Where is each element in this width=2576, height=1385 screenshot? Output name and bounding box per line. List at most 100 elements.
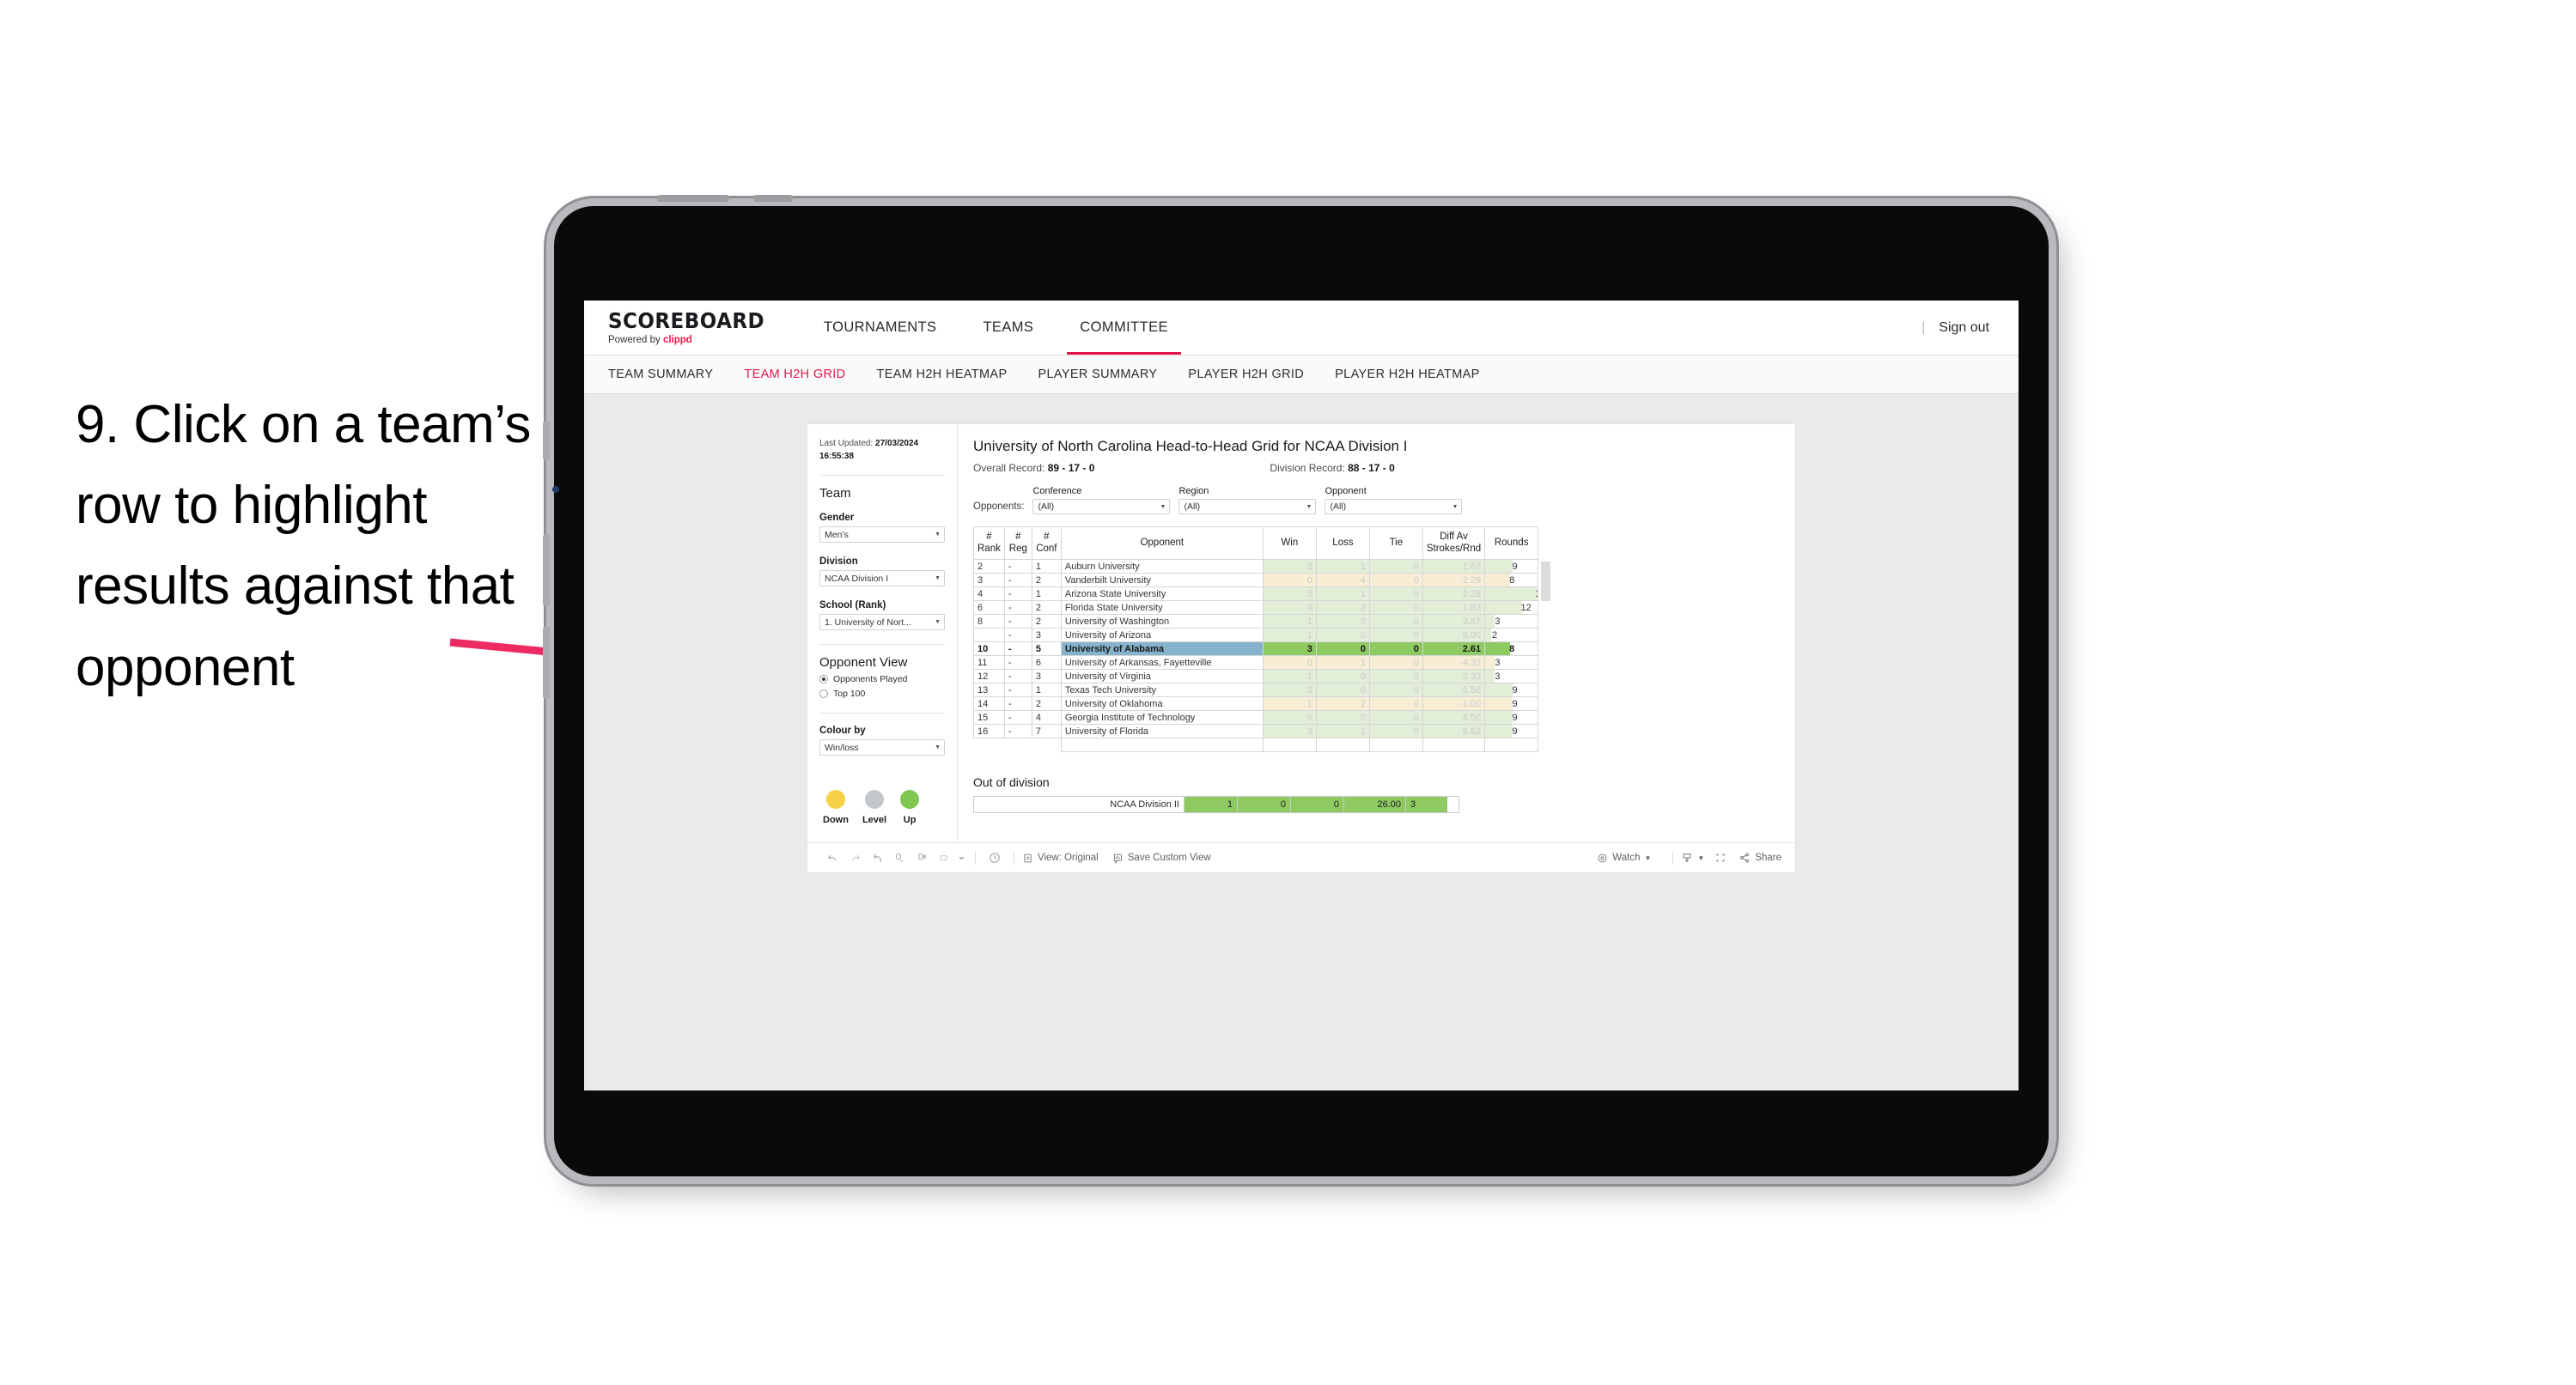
table-row[interactable]: 6-2 Florida State University 4 2 0 1.83 12 bbox=[973, 600, 1539, 615]
cell-rank: 2 bbox=[973, 559, 1005, 574]
cell-conf: 6 bbox=[1031, 655, 1062, 670]
cell-conf: 1 bbox=[1031, 586, 1062, 601]
cell-loss: 1 bbox=[1315, 586, 1370, 601]
gender-dropdown[interactable]: Men’s ▼ bbox=[819, 526, 945, 543]
top-nav-tournaments[interactable]: TOURNAMENTS bbox=[801, 301, 960, 355]
cell-loss: 0 bbox=[1315, 669, 1370, 683]
cell-rank: 12 bbox=[973, 669, 1005, 683]
rounds-bar bbox=[1485, 629, 1492, 641]
fullscreen-icon[interactable] bbox=[1709, 847, 1732, 869]
table-row[interactable]: 12-3 University of Virginia 1 0 0 2.33 3 bbox=[973, 669, 1539, 683]
radio-top-100-label: Top 100 bbox=[833, 689, 866, 699]
pause-icon[interactable] bbox=[910, 847, 933, 869]
h2h-table-container: # Rank # Reg # Conf Opponent Win Loss Tie D… bbox=[973, 526, 1551, 752]
spacer-cell bbox=[1484, 738, 1539, 752]
sign-out-link[interactable]: Sign out bbox=[1939, 320, 1989, 336]
col-rounds: Rounds bbox=[1484, 526, 1539, 560]
cell-rounds: 3 bbox=[1484, 669, 1539, 683]
radio-top-100[interactable]: Top 100 bbox=[819, 689, 945, 699]
division-dropdown[interactable]: NCAA Division I ▼ bbox=[819, 570, 945, 586]
rounds-value: 9 bbox=[1512, 726, 1518, 737]
chevron-down-icon: ▼ bbox=[1697, 853, 1705, 862]
redo-icon[interactable] bbox=[843, 847, 866, 869]
school-value: 1. University of Nort... bbox=[825, 617, 911, 628]
col-conf: # Conf bbox=[1031, 526, 1062, 560]
device-layout-icon[interactable] bbox=[933, 847, 955, 869]
chevron-down-icon[interactable] bbox=[955, 847, 967, 869]
save-custom-view-button[interactable]: Save Custom View bbox=[1112, 853, 1211, 864]
conference-filter: Conference (All) ▼ bbox=[1032, 486, 1171, 514]
radio-opponents-played[interactable]: Opponents Played bbox=[819, 674, 945, 684]
cell-diff: 5.56 bbox=[1422, 683, 1486, 697]
table-row[interactable]: 16-7 University of Florida 3 1 0 6.62 9 bbox=[973, 724, 1539, 738]
undo-icon[interactable] bbox=[821, 847, 843, 869]
top-nav-teams[interactable]: TEAMS bbox=[959, 301, 1057, 355]
table-row[interactable]: 2-1 Auburn University 2 1 0 1.67 9 bbox=[973, 559, 1539, 574]
table-scrollbar-thumb[interactable] bbox=[1541, 562, 1551, 601]
rounds-bar bbox=[1485, 697, 1513, 710]
col-rank: # Rank bbox=[973, 526, 1005, 560]
cell-tie: 0 bbox=[1368, 573, 1423, 587]
revert-icon[interactable] bbox=[866, 847, 888, 869]
school-dropdown[interactable]: 1. University of Nort... ▼ bbox=[819, 614, 945, 630]
rounds-value: 3 bbox=[1495, 657, 1501, 668]
cell-tie: 0 bbox=[1368, 655, 1423, 670]
table-row[interactable]: 11-6 University of Arkansas, Fayetteville… bbox=[973, 655, 1539, 670]
table-row[interactable]: -3 University of Arizona 1 0 0 9.00 2 bbox=[973, 628, 1539, 642]
spacer-cell bbox=[974, 738, 1005, 752]
table-row[interactable]: 8-2 University of Washington 1 0 0 3.67 3 bbox=[973, 614, 1539, 629]
cell-conf: 2 bbox=[1031, 696, 1062, 711]
tab-team-summary[interactable]: TEAM SUMMARY bbox=[608, 368, 713, 381]
save-custom-view-label: Save Custom View bbox=[1127, 853, 1211, 863]
table-row[interactable]: 15-4 Georgia Institute of Technology 5 0 0 4.… bbox=[973, 710, 1539, 725]
region-dropdown[interactable]: (All) ▼ bbox=[1178, 499, 1317, 514]
records-row: Overall Record: 89 - 17 - 0 Division Rec… bbox=[973, 462, 1780, 474]
tab-player-summary[interactable]: PLAYER SUMMARY bbox=[1038, 368, 1157, 381]
table-row[interactable]: 3-2 Vanderbilt University 0 4 0 -2.29 8 bbox=[973, 573, 1539, 587]
cell-tie: 0 bbox=[1368, 696, 1423, 711]
rounds-value: 9 bbox=[1512, 561, 1518, 572]
sub-navigation-bar: TEAM SUMMARY TEAM H2H GRID TEAM H2H HEAT… bbox=[584, 355, 2019, 394]
watch-button[interactable]: Watch ▼ bbox=[1597, 853, 1651, 864]
opponent-dropdown[interactable]: (All) ▼ bbox=[1325, 499, 1463, 514]
colour-by-dropdown[interactable]: Win/loss ▼ bbox=[819, 739, 945, 756]
legend-level-swatch bbox=[865, 790, 885, 809]
cell-win: 0 bbox=[1262, 573, 1317, 587]
brand-logo[interactable]: SCOREBOARD Powered by clippd bbox=[584, 301, 801, 355]
tab-player-h2h-grid[interactable]: PLAYER H2H GRID bbox=[1188, 368, 1304, 381]
cell-rounds: 9 bbox=[1484, 710, 1539, 725]
table-row[interactable]: 10-5 University of Alabama 3 0 0 2.61 8 bbox=[973, 641, 1539, 656]
rounds-value: 8 bbox=[1509, 643, 1515, 654]
cell-rank: 3 bbox=[973, 573, 1005, 587]
table-row[interactable]: 14-2 University of Oklahoma 1 2 0 -1.00 9 bbox=[973, 696, 1539, 711]
table-row[interactable]: NCAA Division II 1 0 0 26.00 3 bbox=[973, 796, 1459, 813]
cell-win: 3 bbox=[1262, 724, 1317, 738]
tab-player-h2h-heatmap[interactable]: PLAYER H2H HEATMAP bbox=[1335, 368, 1480, 381]
cell-win: 4 bbox=[1262, 600, 1317, 615]
overall-record-label: Overall Record: bbox=[973, 462, 1048, 474]
table-row[interactable]: 13-1 Texas Tech University 3 0 0 5.56 9 bbox=[973, 683, 1539, 697]
cell-loss: 0 bbox=[1315, 683, 1370, 697]
conference-dropdown[interactable]: (All) ▼ bbox=[1032, 499, 1171, 514]
cell-loss: 0 bbox=[1315, 641, 1370, 656]
clock-history-icon[interactable] bbox=[984, 847, 1006, 869]
download-button[interactable]: ▼ bbox=[1681, 852, 1704, 864]
table-row[interactable]: 4-1Arizona State University5102.2817 bbox=[973, 586, 1539, 601]
col-opponent: Opponent bbox=[1060, 526, 1264, 560]
chevron-down-icon: ▼ bbox=[1644, 853, 1652, 862]
out-of-division-rounds: 3 bbox=[1405, 796, 1459, 813]
cell-win: 3 bbox=[1262, 683, 1317, 697]
viz-toolbar: View: Original Save Custom View Watch ▼ bbox=[807, 842, 1795, 872]
tab-team-h2h-grid[interactable]: TEAM H2H GRID bbox=[744, 368, 845, 381]
out-of-division-tie: 0 bbox=[1290, 796, 1344, 813]
share-button[interactable]: Share bbox=[1739, 852, 1781, 864]
refresh-icon[interactable] bbox=[888, 847, 910, 869]
opponents-label: Opponents: bbox=[973, 501, 1025, 512]
rounds-value: 9 bbox=[1512, 712, 1518, 723]
share-label: Share bbox=[1755, 853, 1781, 863]
view-original-button[interactable]: View: Original bbox=[1022, 853, 1099, 864]
tab-team-h2h-heatmap[interactable]: TEAM H2H HEATMAP bbox=[877, 368, 1008, 381]
legend-up-label: Up bbox=[903, 815, 917, 825]
top-nav-committee[interactable]: COMMITTEE bbox=[1057, 301, 1191, 355]
cell-reg: - bbox=[1003, 586, 1032, 601]
